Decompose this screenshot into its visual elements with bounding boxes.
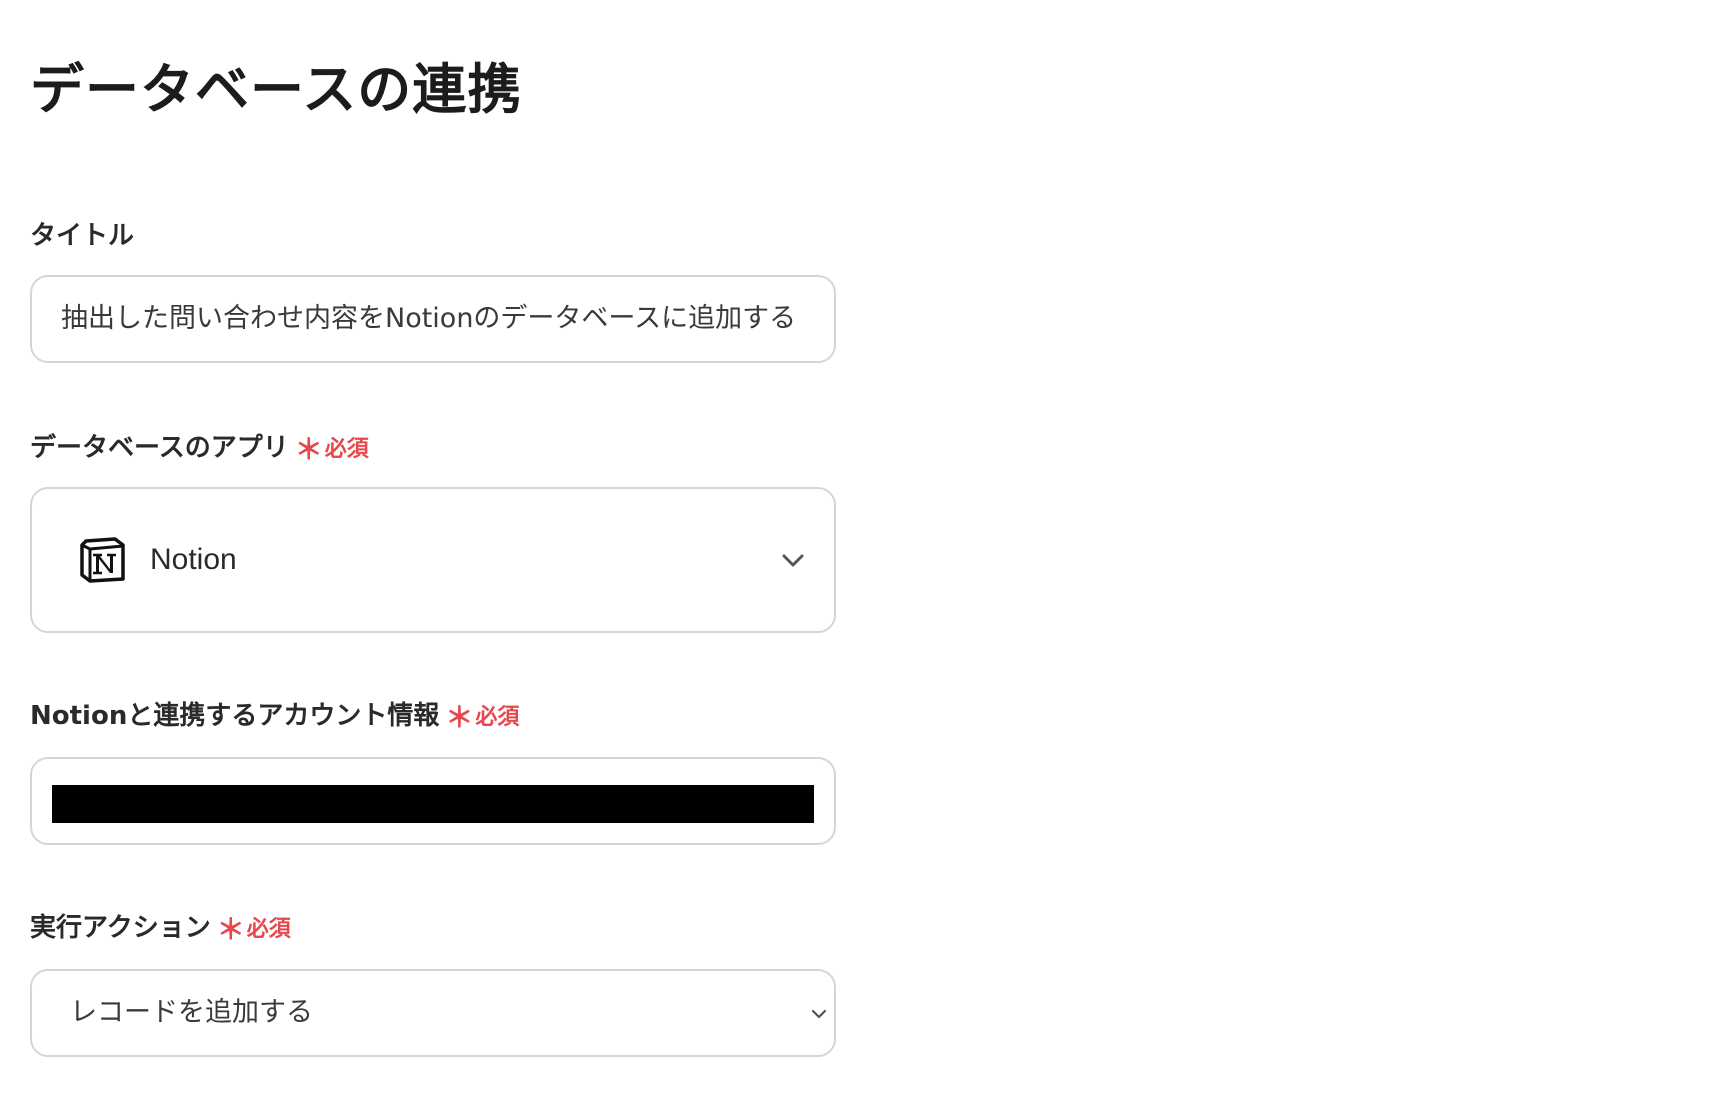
required-star-icon: ＊ — [294, 433, 323, 466]
account-select[interactable] — [30, 757, 836, 845]
notion-logo-icon — [80, 537, 125, 583]
chevron-down-icon[interactable] — [810, 1005, 828, 1023]
database-app-select[interactable]: Notion — [30, 487, 836, 633]
redacted-account-value — [52, 785, 814, 823]
database-app-label-text: データベースのアプリ — [30, 433, 289, 463]
required-star-icon: ＊ — [216, 913, 245, 946]
account-field-label-text: Notionと連携するアカウント情報 — [30, 701, 440, 731]
action-field-label: 実行アクション ＊必須 — [30, 910, 291, 948]
action-field-label-text: 実行アクション — [30, 913, 211, 943]
required-star-icon: ＊ — [445, 701, 474, 734]
title-input[interactable]: 抽出した問い合わせ内容をNotionのデータベースに追加する — [30, 275, 836, 363]
action-select[interactable]: レコードを追加する — [30, 969, 836, 1057]
title-field-label-text: タイトル — [30, 221, 135, 251]
required-badge: ＊必須 — [217, 913, 291, 946]
chevron-down-icon[interactable] — [780, 547, 806, 573]
required-badge: ＊必須 — [445, 701, 520, 734]
account-field-label: Notionと連携するアカウント情報 ＊必須 — [30, 698, 519, 736]
required-text: 必須 — [475, 705, 520, 730]
title-field-label: タイトル — [30, 218, 134, 254]
action-selected: レコードを追加する — [70, 997, 313, 1028]
database-app-selected: Notion — [150, 543, 237, 576]
required-text: 必須 — [324, 437, 369, 462]
database-app-label: データベースのアプリ ＊必須 — [30, 430, 369, 468]
title-input-value[interactable]: 抽出した問い合わせ内容をNotionのデータベースに追加する — [61, 277, 808, 361]
page-title: データベースの連携 — [30, 58, 523, 122]
required-badge: ＊必須 — [295, 433, 369, 466]
required-text: 必須 — [246, 917, 291, 942]
